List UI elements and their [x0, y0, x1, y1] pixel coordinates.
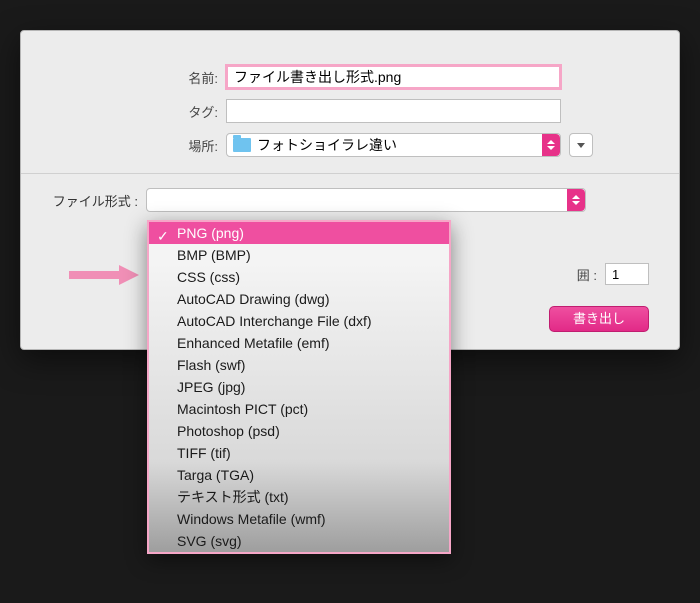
dropdown-item-label: Targa (TGA)	[177, 467, 254, 483]
location-label: 場所:	[21, 136, 226, 155]
dropdown-item-label: SVG (svg)	[177, 533, 242, 549]
dropdown-item[interactable]: TIFF (tif)	[149, 442, 449, 464]
filetype-dropdown-menu: ✓ PNG (png) BMP (BMP) CSS (css) AutoCAD Draw…	[147, 220, 451, 554]
checkmark-icon: ✓	[157, 225, 171, 239]
location-value: フォトショイラレ違い	[257, 135, 397, 155]
tag-input[interactable]	[226, 99, 561, 123]
filetype-label: ファイル形式 :	[21, 191, 146, 210]
chevron-down-icon	[577, 143, 585, 148]
export-button[interactable]: 書き出し	[549, 306, 649, 332]
filetype-row: ファイル形式 :	[21, 188, 679, 212]
expand-toggle[interactable]	[569, 133, 593, 157]
dropdown-item-label: BMP (BMP)	[177, 247, 251, 263]
dropdown-item[interactable]: CSS (css)	[149, 266, 449, 288]
folder-icon	[233, 138, 251, 152]
filetype-select[interactable]	[146, 188, 586, 212]
range-input[interactable]	[605, 263, 649, 285]
dropdown-item[interactable]: テキスト形式 (txt)	[149, 486, 449, 508]
location-select[interactable]: フォトショイラレ違い	[226, 133, 561, 157]
dropdown-item[interactable]: Windows Metafile (wmf)	[149, 508, 449, 530]
dropdown-item[interactable]: JPEG (jpg)	[149, 376, 449, 398]
dropdown-item[interactable]: SVG (svg)	[149, 530, 449, 552]
tag-label: タグ:	[21, 102, 226, 121]
dropdown-item-label: AutoCAD Interchange File (dxf)	[177, 313, 372, 329]
dropdown-item-label: Photoshop (psd)	[177, 423, 280, 439]
name-label: 名前:	[21, 68, 226, 87]
dropdown-item-label: Flash (swf)	[177, 357, 245, 373]
dropdown-item[interactable]: Targa (TGA)	[149, 464, 449, 486]
dropdown-item-label: Enhanced Metafile (emf)	[177, 335, 330, 351]
dropdown-item[interactable]: Enhanced Metafile (emf)	[149, 332, 449, 354]
dropdown-item-label: TIFF (tif)	[177, 445, 231, 461]
dropdown-item-label: JPEG (jpg)	[177, 379, 245, 395]
dropdown-item-label: PNG (png)	[177, 225, 244, 241]
dropdown-item-label: Macintosh PICT (pct)	[177, 401, 308, 417]
dropdown-item[interactable]: Macintosh PICT (pct)	[149, 398, 449, 420]
name-input[interactable]	[226, 65, 561, 89]
dropdown-item[interactable]: AutoCAD Interchange File (dxf)	[149, 310, 449, 332]
updown-arrows-icon	[542, 134, 560, 156]
dropdown-item-label: Windows Metafile (wmf)	[177, 511, 326, 527]
divider	[21, 173, 679, 174]
name-row: 名前:	[21, 65, 679, 89]
dropdown-item-label: テキスト形式 (txt)	[177, 489, 289, 505]
dropdown-item[interactable]: BMP (BMP)	[149, 244, 449, 266]
range-row: 囲 :	[577, 263, 649, 285]
dropdown-item-label: AutoCAD Drawing (dwg)	[177, 291, 330, 307]
arrow-annotation-icon	[69, 263, 139, 287]
updown-arrows-icon	[567, 189, 585, 211]
dropdown-item[interactable]: ✓ PNG (png)	[149, 222, 449, 244]
dropdown-item[interactable]: Flash (swf)	[149, 354, 449, 376]
location-row: 場所: フォトショイラレ違い	[21, 133, 679, 157]
dropdown-item[interactable]: AutoCAD Drawing (dwg)	[149, 288, 449, 310]
dropdown-item-label: CSS (css)	[177, 269, 240, 285]
range-label: 囲 :	[577, 265, 597, 284]
dropdown-item[interactable]: Photoshop (psd)	[149, 420, 449, 442]
tag-row: タグ:	[21, 99, 679, 123]
